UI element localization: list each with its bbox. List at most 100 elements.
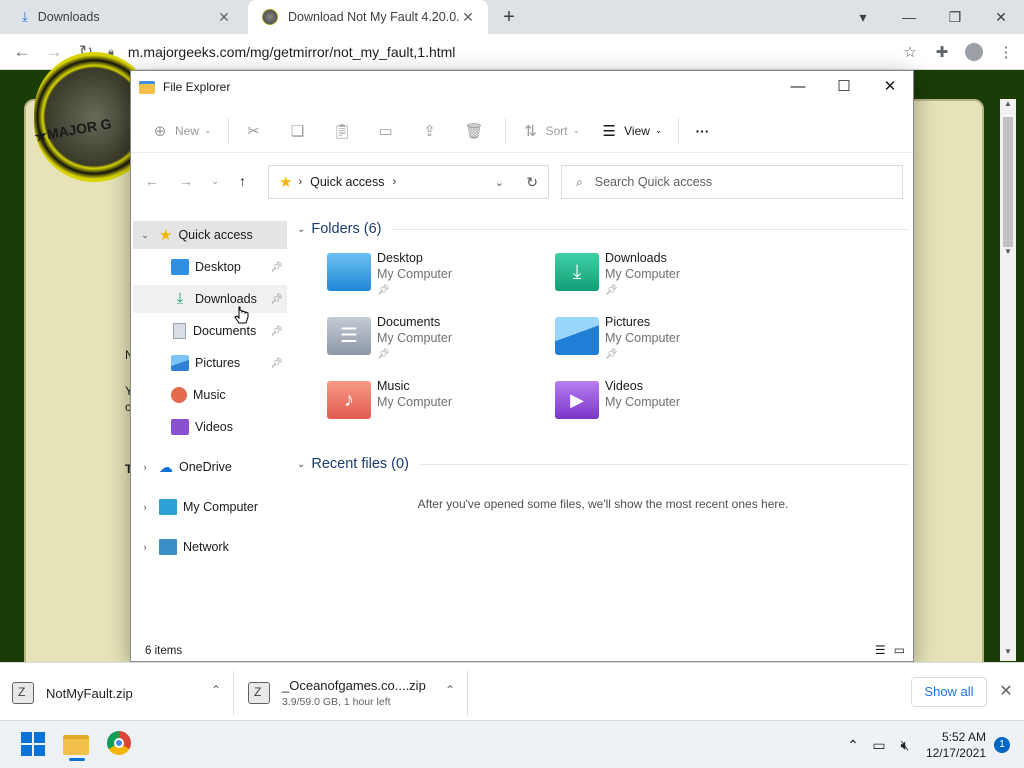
- minimize-browser-icon[interactable]: —: [886, 9, 932, 25]
- forward-icon[interactable]: →: [44, 42, 64, 62]
- close-browser-icon[interactable]: ✕: [978, 9, 1024, 26]
- delete-button[interactable]: 🗑︎: [455, 115, 499, 147]
- maximize-icon[interactable]: ☐: [821, 71, 867, 101]
- nav-item-downloads[interactable]: ⤓ Downloads 📌︎: [133, 285, 287, 313]
- share-button[interactable]: ⇪: [411, 115, 455, 147]
- breadcrumb[interactable]: ★ › Quick access › ⌄ ↻: [268, 165, 549, 199]
- nav-item-videos[interactable]: Videos: [133, 413, 287, 441]
- browser-tab-bar: ⤓ Downloads ✕ Download Not My Fault 4.20…: [0, 0, 1024, 34]
- close-icon[interactable]: ✕: [867, 71, 913, 101]
- extensions-icon[interactable]: ✚: [930, 40, 954, 64]
- bookmark-star-icon[interactable]: ☆: [898, 40, 922, 64]
- nav-item-quick-access[interactable]: ⌄ ★ Quick access: [133, 221, 287, 249]
- close-tab-icon[interactable]: ✕: [216, 9, 232, 26]
- chevron-right-icon[interactable]: ›: [135, 502, 155, 512]
- clock-date: 12/17/2021: [925, 746, 986, 760]
- tiles-view-icon[interactable]: ▭: [894, 643, 905, 657]
- tab-downloads[interactable]: ⤓ Downloads ✕: [8, 0, 244, 34]
- desktop-icon: [171, 259, 189, 275]
- volume-muted-icon[interactable]: 🔇︎: [894, 737, 916, 754]
- view-button[interactable]: ☰ View ⌄: [590, 115, 672, 147]
- copy-icon: ❏: [290, 122, 305, 140]
- display-icon[interactable]: ▭: [868, 737, 890, 754]
- nav-label: Quick access: [178, 228, 253, 242]
- star-icon: ★: [159, 227, 173, 244]
- more-options-button[interactable]: ···: [685, 115, 719, 147]
- folder-tile-documents[interactable]: ☰ Documents My Computer 📌︎: [327, 315, 547, 373]
- search-input[interactable]: ⌕ Search Quick access: [561, 165, 903, 199]
- folder-name: Downloads: [605, 251, 667, 265]
- nav-item-network[interactable]: › Network: [133, 533, 287, 561]
- window-title: File Explorer: [163, 80, 231, 94]
- notification-badge[interactable]: 1: [994, 737, 1010, 753]
- search-icon: ⌕: [576, 174, 583, 189]
- minimize-icon[interactable]: —: [775, 71, 821, 101]
- chevron-up-icon[interactable]: ⌃: [842, 737, 864, 754]
- sort-label: Sort: [545, 123, 568, 138]
- recent-locations-icon[interactable]: ⌄: [211, 176, 219, 187]
- system-clock[interactable]: 5:52 AM 12/17/2021: [926, 729, 986, 761]
- details-view-icon[interactable]: ☰: [875, 643, 886, 657]
- folder-tile-pictures[interactable]: Pictures My Computer 📌︎: [555, 315, 775, 373]
- folder-tile-downloads[interactable]: ⤓ Downloads My Computer 📌︎: [555, 251, 775, 309]
- forward-arrow-icon[interactable]: →: [179, 173, 193, 189]
- chevron-right-icon[interactable]: ›: [135, 462, 155, 472]
- star-icon: ★: [279, 174, 293, 191]
- windows-start-icon[interactable]: [20, 731, 48, 759]
- clipboard-icon: 📋︎: [332, 122, 352, 140]
- content-area: ⌄ Folders (6) Desktop My Computer 📌︎ ⤓ D…: [297, 219, 909, 619]
- folder-tile-music[interactable]: ♪ Music My Computer: [327, 379, 547, 437]
- cut-button[interactable]: ✂: [235, 115, 279, 147]
- downloads-shelf: NotMyFault.zip ⌃ _Oceanofgames.co....zip…: [0, 662, 1024, 720]
- refresh-icon[interactable]: ↻: [526, 174, 538, 191]
- nav-item-my-computer[interactable]: › My Computer: [133, 493, 287, 521]
- browser-menu-icon[interactable]: ⋮: [994, 40, 1018, 64]
- back-arrow-icon[interactable]: ←: [145, 173, 159, 189]
- chevron-down-icon[interactable]: ⌄: [135, 230, 155, 241]
- folders-section-header[interactable]: ⌄ Folders (6): [297, 219, 909, 239]
- restore-browser-icon[interactable]: ❐: [932, 9, 978, 26]
- nav-item-desktop[interactable]: Desktop 📌︎: [133, 253, 287, 281]
- file-explorer-taskbar-icon[interactable]: [63, 731, 91, 761]
- folder-tile-desktop[interactable]: Desktop My Computer 📌︎: [327, 251, 547, 309]
- recent-heading: Recent files (0): [311, 456, 409, 472]
- nav-item-documents[interactable]: Documents 📌︎: [133, 317, 287, 345]
- close-tab-icon[interactable]: ✕: [460, 9, 476, 26]
- breadcrumb-separator-icon: ›: [392, 176, 397, 188]
- nav-item-pictures[interactable]: Pictures 📌︎: [133, 349, 287, 377]
- folder-name: Videos: [605, 379, 643, 393]
- back-icon[interactable]: ←: [12, 42, 32, 62]
- copy-button[interactable]: ❏: [279, 115, 323, 147]
- recent-files-section-header[interactable]: ⌄ Recent files (0): [297, 454, 909, 474]
- profile-avatar[interactable]: [962, 40, 986, 64]
- page-scrollbar[interactable]: ▲ ▼ ▼: [1000, 99, 1016, 661]
- chevron-right-icon[interactable]: ›: [135, 542, 155, 552]
- title-bar[interactable]: File Explorer — ☐ ✕: [131, 71, 913, 103]
- new-button[interactable]: ⊕ New ⌄: [141, 115, 222, 147]
- folder-tile-videos[interactable]: ▶ Videos My Computer: [555, 379, 775, 437]
- show-all-button[interactable]: Show all: [911, 677, 987, 707]
- sort-button[interactable]: ⇅ Sort ⌄: [512, 115, 591, 147]
- view-label: View: [624, 123, 650, 138]
- close-shelf-icon[interactable]: ✕: [996, 681, 1016, 701]
- tab-majorgeeks[interactable]: Download Not My Fault 4.20.0.0 ✕: [248, 0, 488, 34]
- file-explorer-window: File Explorer — ☐ ✕ ⊕ New ⌄ ✂ ❏ 📋︎ ▭ ⇪ 🗑…: [130, 70, 914, 662]
- nav-label: Desktop: [195, 260, 241, 274]
- download-item[interactable]: _Oceanofgames.co....zip 3.9/59.0 GB, 1 h…: [248, 671, 468, 715]
- chevron-up-icon[interactable]: ⌃: [445, 683, 455, 697]
- nav-item-onedrive[interactable]: › ☁ OneDrive: [133, 453, 287, 481]
- rename-button[interactable]: ▭: [367, 115, 411, 147]
- chrome-taskbar-icon[interactable]: [107, 731, 135, 759]
- paste-button[interactable]: 📋︎: [323, 115, 367, 147]
- tab-title: Downloads: [37, 10, 100, 24]
- tab-search-icon[interactable]: ▾: [840, 9, 886, 26]
- url-field[interactable]: 🔒︎ m.majorgeeks.com/mg/getmirror/not_my_…: [108, 38, 922, 66]
- documents-folder-icon: ☰: [327, 317, 371, 355]
- up-arrow-icon[interactable]: ↑: [239, 173, 246, 189]
- folder-location: My Computer: [605, 267, 681, 281]
- download-item[interactable]: NotMyFault.zip ⌃: [12, 671, 234, 715]
- address-dropdown-icon[interactable]: ⌄: [495, 176, 504, 189]
- nav-item-music[interactable]: Music: [133, 381, 287, 409]
- new-tab-button[interactable]: +: [498, 6, 520, 28]
- chevron-up-icon[interactable]: ⌃: [211, 683, 221, 697]
